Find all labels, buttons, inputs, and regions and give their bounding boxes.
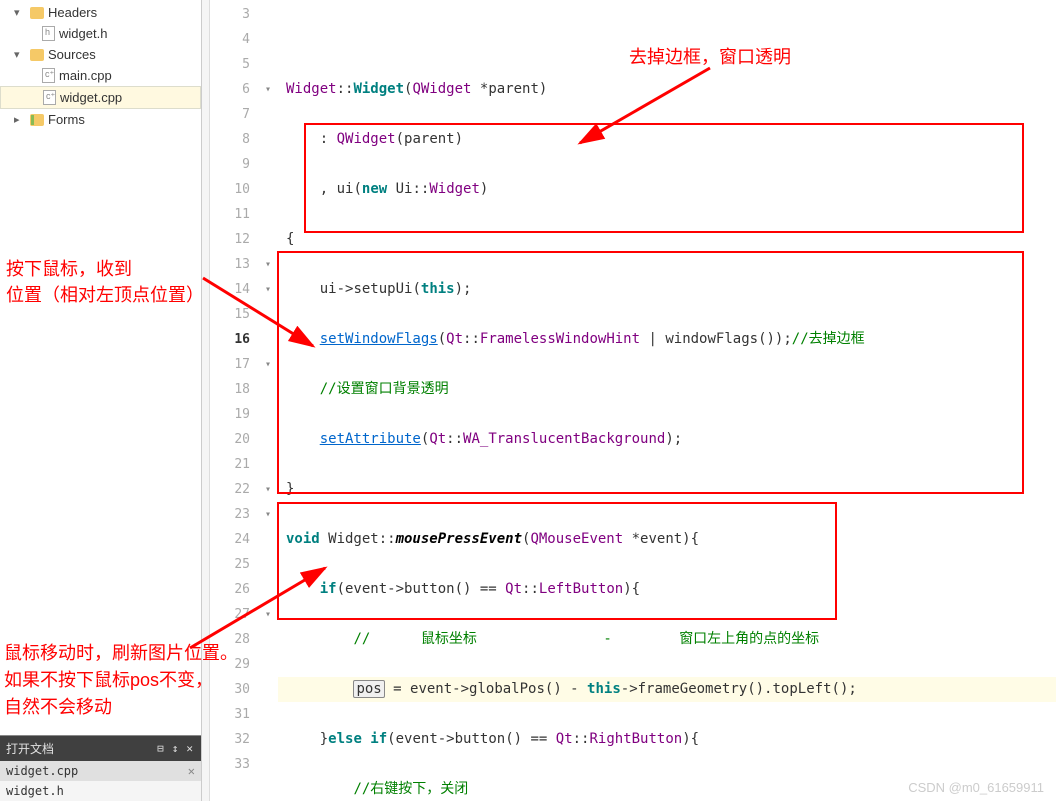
- highlight-box-3: [277, 502, 837, 620]
- tree-file-widget-cpp[interactable]: widget.cpp: [0, 86, 201, 109]
- doc-item-widget-h[interactable]: widget.h: [0, 781, 201, 801]
- doc-label: widget.h: [6, 784, 64, 798]
- annotation-2-line1: 按下鼠标，收到: [6, 257, 132, 282]
- tree-file-main-cpp[interactable]: main.cpp: [0, 65, 201, 86]
- fold-gutter[interactable]: ▾▾▾▾▾▾▾: [258, 0, 278, 801]
- cpp-file-icon: [42, 68, 55, 83]
- sort-icon[interactable]: ↕: [170, 742, 181, 755]
- watermark: CSDN @m0_61659911: [908, 780, 1044, 795]
- tree-label: Forms: [48, 112, 85, 127]
- folder-icon: [30, 49, 44, 61]
- annotation-3-line1: 鼠标移动时，刷新图片位置。: [4, 641, 238, 666]
- tree-folder-sources[interactable]: ▾ Sources: [0, 44, 201, 65]
- tree-label: main.cpp: [59, 68, 112, 83]
- annotation-3-line3: 自然不会移动: [4, 695, 112, 720]
- tree-folder-forms[interactable]: ▸ Forms: [0, 109, 201, 130]
- tree-file-widget-h[interactable]: widget.h: [0, 23, 201, 44]
- folder-icon: [30, 114, 44, 126]
- tree-label: widget.cpp: [60, 90, 122, 105]
- open-documents-panel: 打开文档 ⊟ ↕ ✕ widget.cpp ✕ widget.h: [0, 735, 201, 801]
- h-file-icon: [42, 26, 55, 41]
- annotation-3-line2: 如果不按下鼠标pos不变，: [4, 668, 213, 693]
- folder-icon: [30, 7, 44, 19]
- doc-label: widget.cpp: [6, 764, 78, 778]
- doc-item-widget-cpp[interactable]: widget.cpp ✕: [0, 761, 201, 781]
- close-doc-icon[interactable]: ✕: [188, 764, 195, 778]
- project-tree[interactable]: ▾ Headers widget.h ▾ Sources main.cpp widg…: [0, 0, 201, 735]
- tree-label: Sources: [48, 47, 96, 62]
- highlight-box-2: [277, 251, 1024, 494]
- annotation-2-line2: 位置（相对左顶点位置）: [6, 283, 204, 308]
- close-icon[interactable]: ✕: [184, 742, 195, 755]
- open-documents-header: 打开文档 ⊟ ↕ ✕: [0, 736, 201, 761]
- line-number-gutter: 3456789101112131415161718192021222324252…: [210, 0, 258, 801]
- cpp-file-icon: [43, 90, 56, 105]
- chevron-down-icon: ▾: [14, 48, 26, 61]
- chevron-right-icon: ▸: [14, 113, 26, 126]
- tree-label: Headers: [48, 5, 97, 20]
- tree-label: widget.h: [59, 26, 107, 41]
- annotation-1: 去掉边框，窗口透明: [629, 45, 791, 70]
- chevron-down-icon: ▾: [14, 6, 26, 19]
- tree-folder-headers[interactable]: ▾ Headers: [0, 2, 201, 23]
- panel-title: 打开文档: [6, 740, 54, 757]
- highlight-box-1: [304, 123, 1024, 233]
- split-icon[interactable]: ⊟: [155, 742, 166, 755]
